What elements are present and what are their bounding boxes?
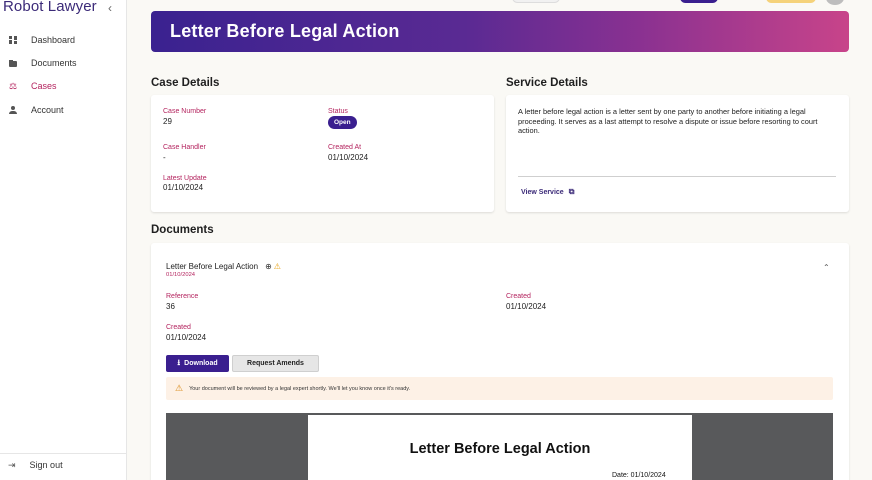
globe-icon: ⊕ (265, 262, 272, 271)
preview-date: Date: 01/10/2024 (612, 472, 666, 479)
user-icon (9, 106, 17, 114)
created-label-secondary: Created (166, 324, 191, 331)
sidebar-item-documents[interactable]: Documents (0, 52, 126, 74)
collapse-sidebar-icon[interactable]: ‹ (108, 1, 112, 15)
case-details-heading: Case Details (151, 77, 220, 89)
created-at-label: Created At (328, 144, 362, 151)
sign-out-button[interactable]: ⇥ Sign out (0, 455, 126, 475)
download-button[interactable]: ⭳ Download (166, 355, 229, 372)
status-label: Status (328, 108, 348, 115)
alert-text: Your document will be reviewed by a lega… (189, 385, 411, 392)
warning-icon: ⚠ (175, 383, 184, 393)
brand-logo[interactable]: Robot Lawyer (3, 0, 97, 15)
page-title: Letter Before Legal Action (170, 21, 400, 41)
service-details-heading: Service Details (506, 77, 588, 89)
divider (518, 176, 836, 177)
sidebar-item-label: Dashboard (31, 35, 76, 45)
chevron-up-icon[interactable]: ⌃ (823, 263, 830, 272)
sidebar-item-dashboard[interactable]: Dashboard (0, 29, 126, 51)
created-value-secondary: 01/10/2024 (166, 333, 207, 342)
folder-icon (9, 59, 17, 67)
download-icon: ⭳ (177, 357, 181, 367)
preview-page: Letter Before Legal Action Date: 01/10/2… (308, 415, 692, 480)
sidebar-item-label: Cases (31, 81, 57, 91)
created-value: 01/10/2024 (506, 302, 547, 311)
gavel-icon: ⚖ (9, 81, 18, 91)
document-header[interactable]: Letter Before Legal Action ⊕ ⚠ (166, 262, 281, 271)
documents-heading: Documents (151, 224, 214, 236)
document-name: Letter Before Legal Action (166, 262, 259, 271)
document-card: Letter Before Legal Action ⊕ ⚠ 01/10/202… (151, 243, 849, 480)
request-amends-button[interactable]: Request Amends (232, 355, 319, 372)
created-label: Created (506, 293, 531, 300)
latest-update-value: 01/10/2024 (163, 183, 204, 192)
document-date: 01/10/2024 (166, 272, 196, 278)
sidebar-item-label: Documents (31, 58, 77, 68)
warning-icon: ⚠ (273, 262, 281, 271)
external-link-icon: ⧉ (568, 187, 575, 196)
download-label: Download (184, 360, 218, 367)
created-at-value: 01/10/2024 (328, 153, 369, 162)
service-details-card: A letter before legal action is a letter… (506, 95, 849, 212)
reference-label: Reference (166, 293, 199, 300)
view-service-link[interactable]: View Service ⧉ (521, 187, 574, 197)
sign-out-label: Sign out (29, 460, 63, 470)
case-number-value: 29 (163, 117, 172, 126)
sidebar-item-cases[interactable]: ⚖ Cases (0, 75, 126, 97)
top-search-field[interactable] (512, 0, 560, 3)
document-preview[interactable]: Letter Before Legal Action Date: 01/10/2… (166, 413, 833, 480)
sidebar-item-label: Account (31, 105, 64, 115)
status-badge: Open (328, 116, 357, 129)
case-handler-value: - (163, 153, 166, 162)
top-upgrade-button[interactable] (766, 0, 816, 3)
review-alert: ⚠ Your document will be reviewed by a le… (166, 377, 833, 400)
view-service-label: View Service (521, 188, 564, 196)
avatar[interactable] (826, 0, 844, 5)
latest-update-label: Latest Update (163, 175, 207, 182)
sidebar-item-account[interactable]: Account (0, 99, 126, 121)
reference-value: 36 (166, 302, 175, 311)
case-details-card: Case Number 29 Status Open Case Handler … (151, 95, 494, 212)
page-banner: Letter Before Legal Action (151, 11, 849, 52)
dashboard-icon (9, 36, 17, 44)
service-description: A letter before legal action is a letter… (518, 107, 818, 136)
sign-out-icon: ⇥ (8, 459, 16, 470)
sidebar: Robot Lawyer ‹ Dashboard Documents ⚖ Cas… (0, 0, 127, 480)
top-action-button[interactable] (680, 0, 718, 3)
preview-title: Letter Before Legal Action (409, 441, 591, 457)
case-handler-label: Case Handler (163, 144, 206, 151)
case-number-label: Case Number (163, 108, 207, 115)
